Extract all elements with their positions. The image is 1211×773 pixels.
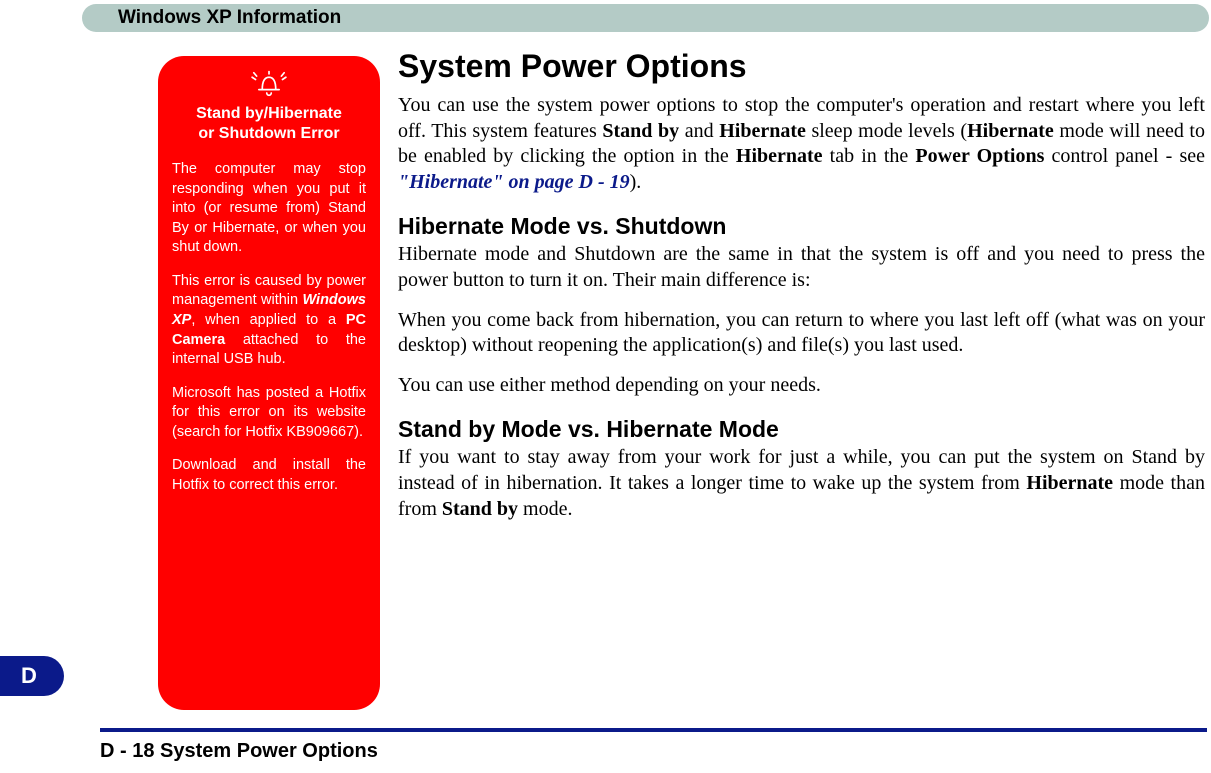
heading-1: System Power Options — [398, 48, 1205, 85]
paragraph: Hibernate mode and Shutdown are the same… — [398, 242, 1205, 293]
warning-paragraph-2: This error is caused by power management… — [172, 272, 366, 370]
page: Windows XP Information D Stand by/Hibern… — [0, 0, 1211, 773]
warning-paragraph-3: Microsoft has posted a Hotfix for this e… — [172, 384, 366, 443]
appendix-tab-label: D — [21, 663, 37, 689]
alarm-bell-icon — [251, 70, 287, 98]
warning-paragraph-1: The computer may stop responding when yo… — [172, 160, 366, 258]
header-title: Windows XP Information — [118, 4, 341, 32]
page-footer: D - 18 System Power Options — [100, 740, 378, 763]
paragraph: You can use the system power options to … — [398, 93, 1205, 195]
paragraph: When you come back from hibernation, you… — [398, 308, 1205, 359]
warning-callout: Stand by/Hibernateor Shutdown Error The … — [158, 56, 380, 710]
paragraph: You can use either method depending on y… — [398, 373, 1205, 399]
heading-2: Hibernate Mode vs. Shutdown — [398, 213, 1205, 240]
appendix-tab: D — [0, 656, 64, 696]
heading-2: Stand by Mode vs. Hibernate Mode — [398, 416, 1205, 443]
main-content: System Power Options You can use the sys… — [398, 48, 1205, 536]
warning-title: Stand by/Hibernateor Shutdown Error — [172, 104, 366, 144]
warning-paragraph-4: Download and install the Hotfix to corre… — [172, 456, 366, 495]
footer-rule — [100, 728, 1207, 732]
paragraph: If you want to stay away from your work … — [398, 445, 1205, 522]
